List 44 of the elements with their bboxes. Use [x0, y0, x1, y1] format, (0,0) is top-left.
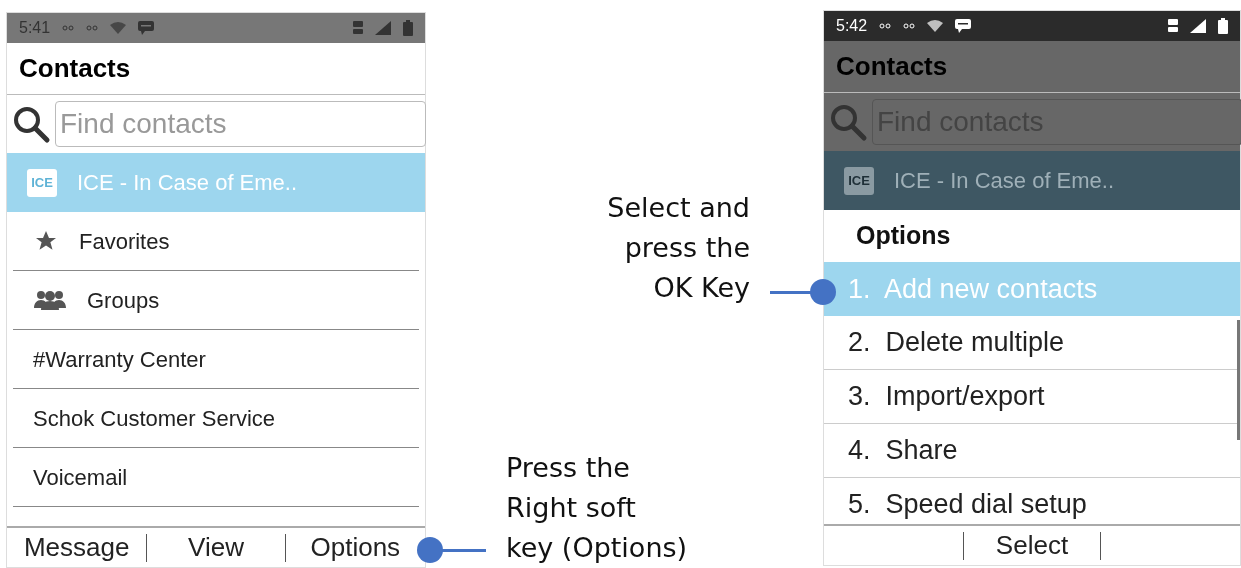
screen-title: Contacts — [836, 50, 948, 83]
search-field[interactable]: Find contacts — [55, 101, 426, 147]
contact-item[interactable]: ICE ICE - In Case of Eme.. — [824, 151, 1240, 210]
message-icon — [955, 19, 972, 33]
search-icon — [11, 104, 51, 144]
signal-icon — [1190, 19, 1206, 33]
wifi-icon — [927, 20, 944, 32]
menu-title: Options — [855, 220, 952, 252]
status-time: 5:41 — [19, 18, 51, 38]
soft-key[interactable]: Options — [310, 528, 401, 567]
network-icon — [1168, 18, 1178, 34]
battery-icon — [403, 20, 413, 36]
voicemail-icon — [62, 24, 75, 32]
contact-item[interactable]: Schok Customer Service — [13, 389, 419, 448]
contact-name: Favorites — [79, 227, 170, 256]
callout-text: Press the Right soft key (Options) — [506, 451, 689, 565]
contact-name: Voicemail — [33, 463, 128, 492]
voicemail-icon — [86, 24, 99, 32]
contact-name: Schok Customer Service — [33, 404, 276, 433]
voicemail-icon — [879, 22, 892, 30]
soft-key[interactable]: Select — [995, 526, 1069, 565]
network-icon — [353, 20, 363, 36]
ice-badge: ICE — [844, 166, 874, 195]
screen-title: Contacts — [19, 52, 131, 85]
status-time: 5:42 — [836, 16, 868, 36]
contact-item[interactable]: #Warranty Center — [13, 330, 419, 389]
soft-key[interactable]: Message — [23, 528, 130, 567]
callout-text: Select and press the OK Key — [606, 191, 750, 305]
signal-icon — [375, 21, 391, 35]
contact-name: Groups — [87, 286, 160, 315]
search-icon — [828, 102, 868, 142]
battery-icon — [1218, 18, 1228, 34]
contact-item[interactable]: Favorites — [13, 212, 419, 271]
people-icon — [33, 288, 67, 312]
contact-name: ICE - In Case of Eme.. — [77, 169, 298, 197]
contact-item[interactable]: Voicemail — [13, 448, 419, 507]
soft-key[interactable]: View — [188, 528, 244, 567]
message-icon — [138, 21, 155, 35]
contact-item[interactable]: Groups — [13, 271, 419, 330]
voicemail-icon — [903, 22, 916, 30]
ice-badge: ICE — [27, 168, 57, 197]
contact-name: ICE - In Case of Eme.. — [894, 167, 1115, 195]
contact-name: #Warranty Center — [33, 345, 206, 374]
wifi-icon — [110, 22, 127, 34]
